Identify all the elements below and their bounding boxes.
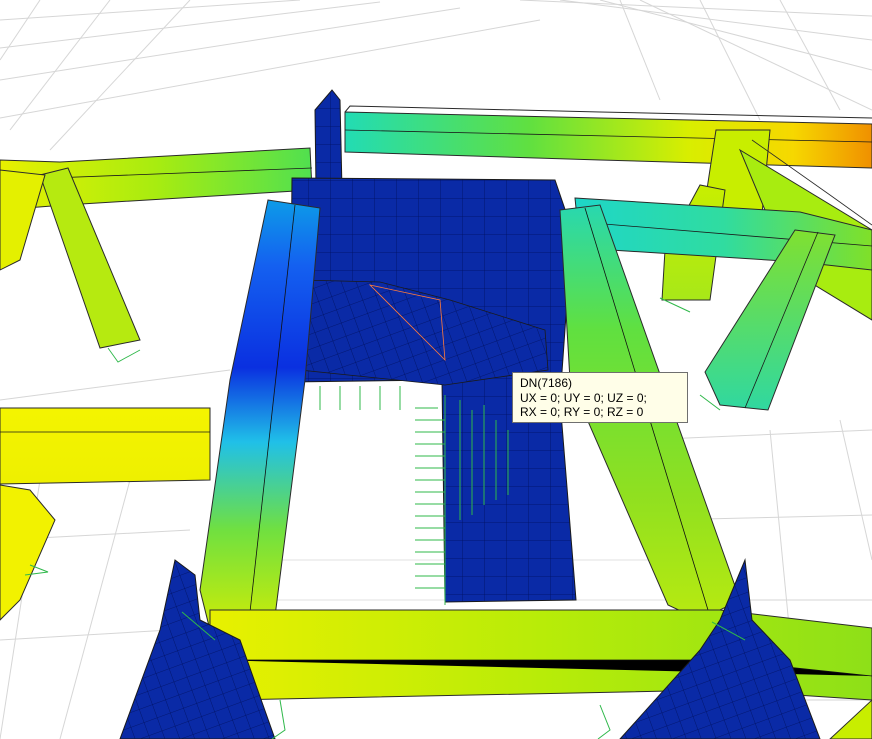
column-left-front bbox=[199, 199, 321, 641]
model-3d-viewport[interactable]: DN(7186) UX = 0; UY = 0; UZ = 0; RX = 0;… bbox=[0, 0, 872, 739]
wall-panel-top bbox=[314, 89, 343, 191]
tooltip-node-id: DN(7186) bbox=[520, 376, 573, 390]
node-tooltip: DN(7186) UX = 0; UY = 0; UZ = 0; RX = 0;… bbox=[512, 372, 688, 423]
beam-top-right bbox=[344, 105, 872, 169]
tooltip-rotations: RX = 0; RY = 0; RZ = 0 bbox=[520, 405, 644, 419]
structure-render bbox=[0, 0, 872, 739]
tooltip-translations: UX = 0; UY = 0; UZ = 0; bbox=[520, 390, 647, 405]
